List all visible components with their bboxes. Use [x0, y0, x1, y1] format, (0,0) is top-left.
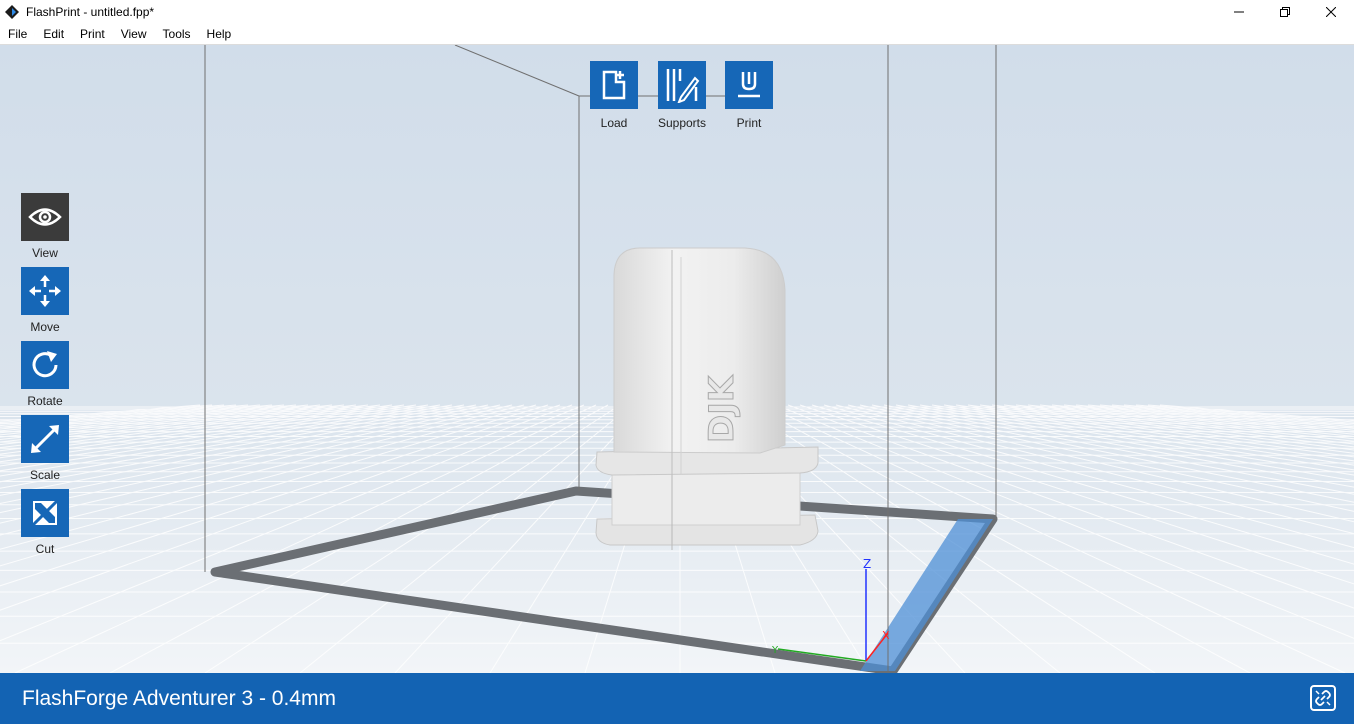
load-icon	[602, 70, 626, 100]
cut-tool[interactable]: Cut	[21, 489, 69, 556]
move-tool[interactable]: Move	[21, 267, 69, 334]
menu-print[interactable]: Print	[72, 27, 113, 41]
model-emboss-text: DJK	[702, 374, 742, 443]
print-tool-box[interactable]	[725, 61, 773, 109]
close-icon	[1326, 7, 1336, 17]
scale-icon	[31, 425, 59, 453]
link-icon	[1315, 690, 1331, 706]
svg-text:X: X	[882, 629, 890, 642]
view-label: View	[32, 246, 58, 260]
rotate-tool[interactable]: Rotate	[21, 341, 69, 408]
load-label: Load	[600, 116, 628, 130]
cut-tool-box[interactable]	[21, 489, 69, 537]
menu-file[interactable]: File	[0, 27, 35, 41]
menu-help[interactable]: Help	[199, 27, 240, 41]
minimize-icon	[1234, 11, 1244, 13]
print-button[interactable]: Print	[714, 61, 784, 130]
load-button[interactable]: Load	[579, 61, 649, 130]
load-tool-box[interactable]	[590, 61, 638, 109]
rotate-icon	[32, 351, 58, 378]
print-label: Print	[736, 116, 762, 130]
rotate-tool-box[interactable]	[21, 341, 69, 389]
print-icon	[738, 72, 760, 98]
cut-label: Cut	[35, 542, 55, 556]
view-tool-box[interactable]	[21, 193, 69, 241]
svg-text:Z: Z	[863, 557, 871, 571]
supports-icon	[666, 69, 700, 103]
restore-button[interactable]	[1262, 0, 1308, 24]
flashprint-app-icon	[5, 5, 19, 19]
supports-button[interactable]: Supports	[647, 61, 717, 130]
window-controls	[1216, 0, 1354, 24]
3d-model[interactable]: DJK	[595, 247, 819, 550]
svg-text:Y: Y	[771, 645, 779, 656]
close-button[interactable]	[1308, 0, 1354, 24]
move-tool-box[interactable]	[21, 267, 69, 315]
status-bar: FlashForge Adventurer 3 - 0.4mm	[0, 673, 1354, 724]
build-scene: DJK Z X Y	[0, 45, 1354, 673]
3d-viewport[interactable]: DJK Z X Y Load Supports Print View Move …	[0, 45, 1354, 673]
move-label: Move	[30, 320, 60, 334]
menu-bar: File Edit Print View Tools Help	[0, 24, 1354, 45]
window-title: FlashPrint - untitled.fpp*	[26, 5, 155, 19]
title-bar: FlashPrint - untitled.fpp*	[0, 0, 1354, 24]
supports-label: Supports	[657, 116, 707, 130]
view-tool[interactable]: View	[21, 193, 69, 260]
rotate-label: Rotate	[27, 394, 63, 408]
restore-icon	[1280, 7, 1290, 17]
menu-tools[interactable]: Tools	[155, 27, 199, 41]
printer-name: FlashForge Adventurer 3 - 0.4mm	[22, 686, 336, 710]
menu-edit[interactable]: Edit	[35, 27, 72, 41]
supports-tool-box[interactable]	[658, 61, 706, 109]
connect-button[interactable]	[1310, 685, 1336, 711]
scale-label: Scale	[29, 468, 61, 482]
eye-icon	[28, 208, 62, 226]
minimize-button[interactable]	[1216, 0, 1262, 24]
move-icon	[29, 275, 61, 307]
scale-tool[interactable]: Scale	[21, 415, 69, 482]
menu-view[interactable]: View	[113, 27, 155, 41]
scale-tool-box[interactable]	[21, 415, 69, 463]
cut-icon	[30, 498, 60, 528]
